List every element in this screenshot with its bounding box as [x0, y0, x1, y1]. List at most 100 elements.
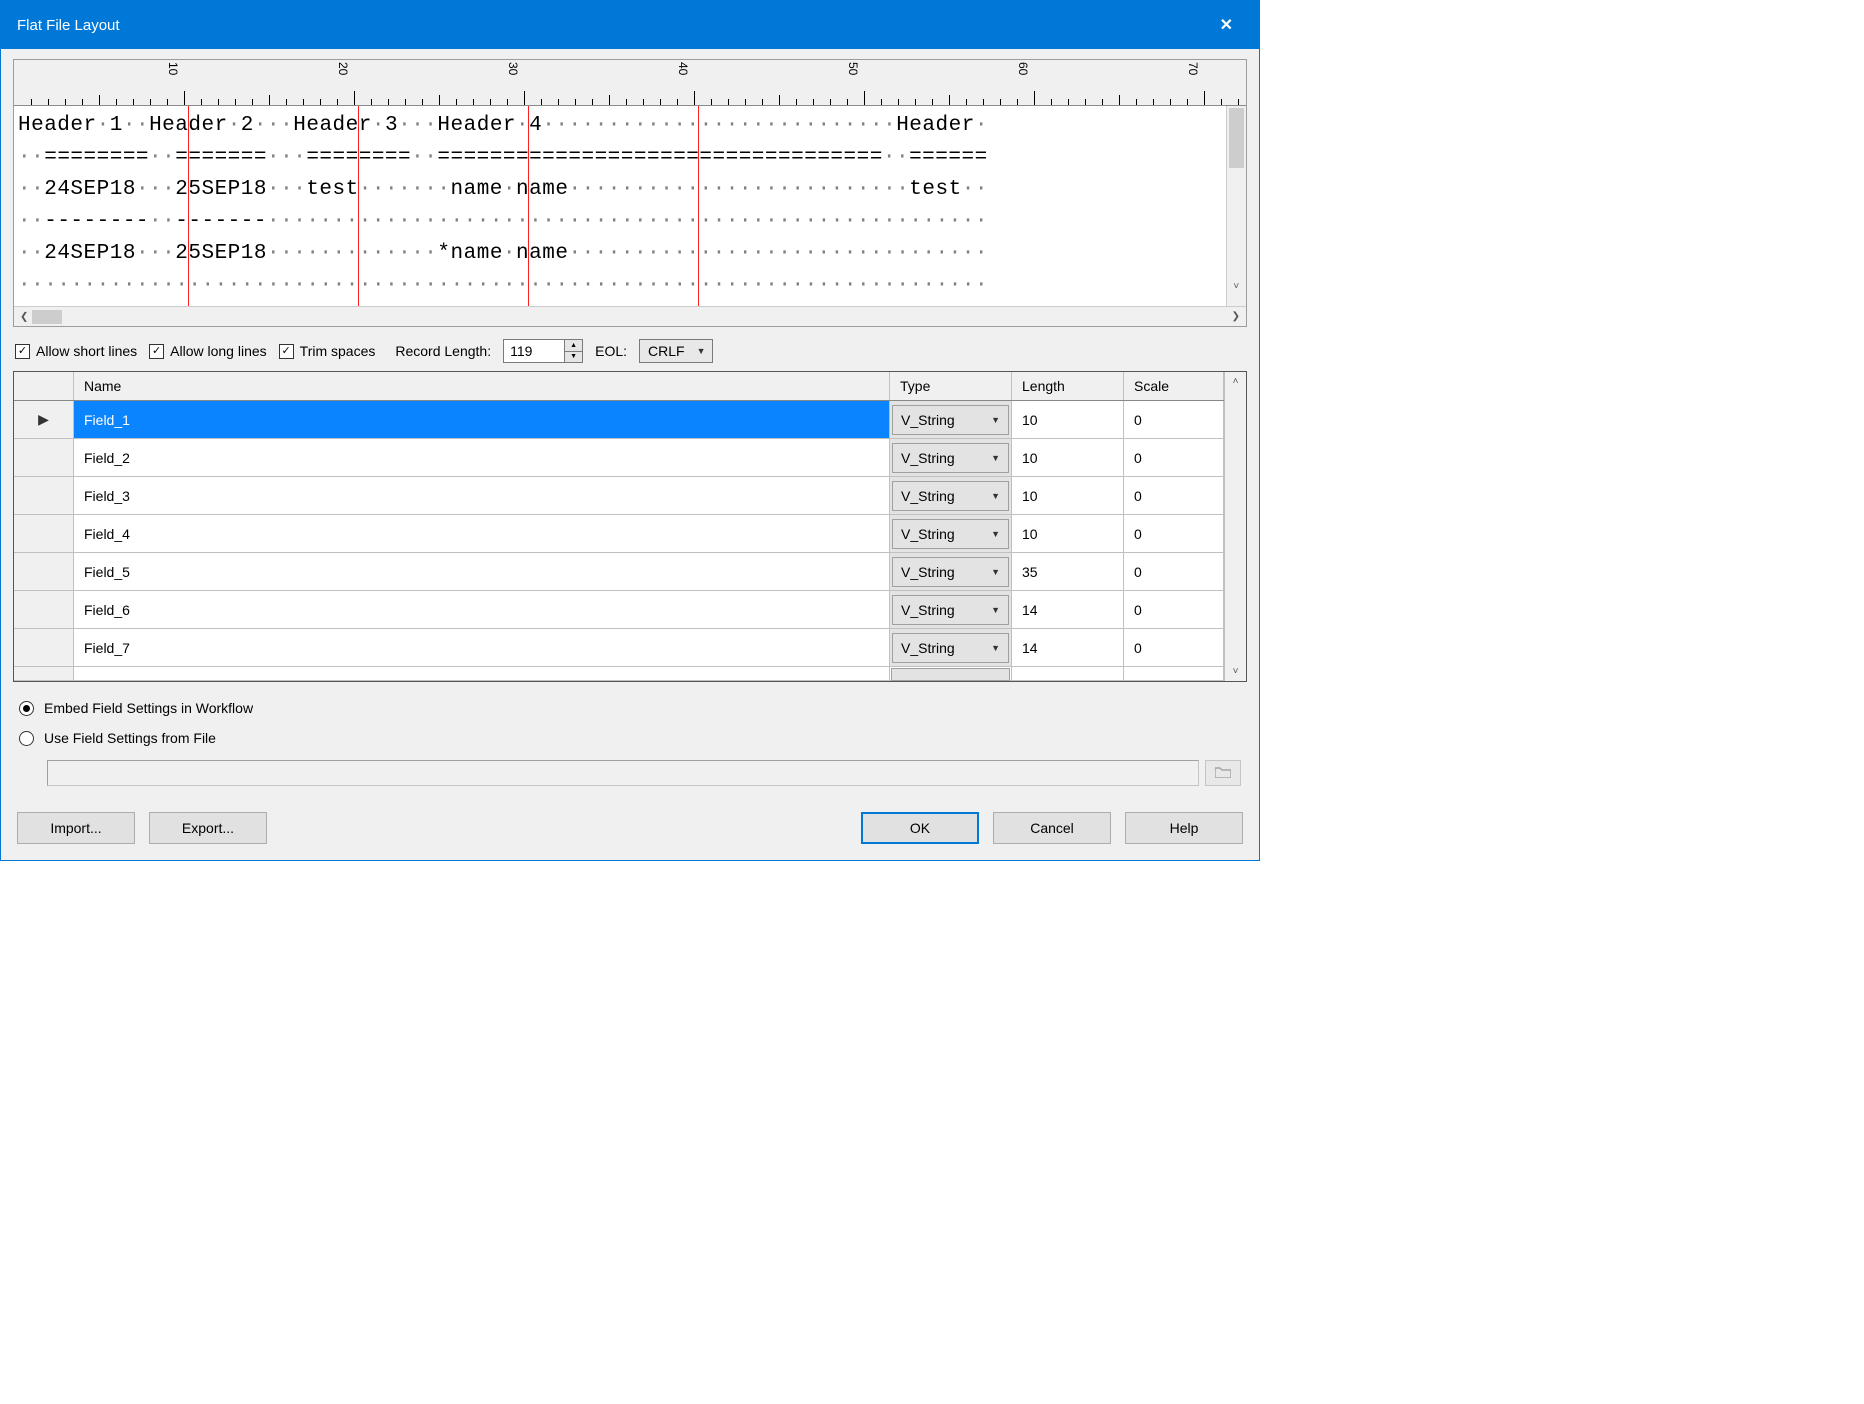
preview-horizontal-scrollbar[interactable]: ❮ ❯ [14, 306, 1246, 326]
file-settings-radio[interactable]: Use Field Settings from File [19, 730, 1241, 746]
scroll-thumb[interactable] [1229, 108, 1244, 168]
cell-scale[interactable]: 0 [1124, 553, 1224, 590]
preview-frame: 10203040506070 Header·1··Header·2···Head… [13, 59, 1247, 327]
eol-value: CRLF [648, 343, 685, 359]
column-header-name[interactable]: Name [74, 372, 890, 400]
cell-length[interactable]: 10 [1012, 477, 1124, 514]
table-row[interactable]: Field_4V_String▼100 [14, 515, 1224, 553]
cell-name[interactable]: Field_4 [74, 515, 890, 552]
table-row[interactable]: Field_2V_String▼100 [14, 439, 1224, 477]
record-length-field[interactable] [504, 340, 564, 362]
help-button[interactable]: Help [1125, 812, 1243, 844]
cell-type[interactable]: V_String▼ [890, 401, 1012, 438]
table-row[interactable]: ▶Field_1V_String▼100 [14, 401, 1224, 439]
cell-scale[interactable]: 0 [1124, 591, 1224, 628]
row-header[interactable] [14, 439, 74, 476]
scroll-down-icon[interactable]: ˅ [1227, 272, 1246, 304]
dialog-button-row: Import... Export... OK Cancel Help [13, 790, 1247, 848]
ok-button[interactable]: OK [861, 812, 979, 844]
column-header-length[interactable]: Length [1012, 372, 1124, 400]
embed-settings-label: Embed Field Settings in Workflow [44, 700, 253, 716]
cell-type[interactable]: V_String▼ [890, 439, 1012, 476]
trim-spaces-checkbox[interactable]: ✓ Trim spaces [279, 343, 376, 359]
scroll-up-icon[interactable]: ˄ [1225, 376, 1246, 387]
field-settings-source: Embed Field Settings in Workflow Use Fie… [13, 682, 1247, 790]
embed-settings-radio[interactable]: Embed Field Settings in Workflow [19, 700, 1241, 716]
grid-vertical-scrollbar[interactable]: ˄ ˅ [1224, 372, 1246, 681]
field-grid: Name Type Length Scale ▶Field_1V_String▼… [13, 371, 1247, 682]
table-row[interactable]: Field_5V_String▼350 [14, 553, 1224, 591]
settings-file-path-input[interactable] [47, 760, 1199, 786]
cell-name[interactable]: Field_5 [74, 553, 890, 590]
chevron-down-icon: ▼ [991, 529, 1000, 539]
chevron-down-icon: ▼ [991, 415, 1000, 425]
chevron-down-icon: ▼ [991, 491, 1000, 501]
row-header[interactable]: ▶ [14, 401, 74, 438]
export-button[interactable]: Export... [149, 812, 267, 844]
table-row[interactable]: Field_7V_String▼140 [14, 629, 1224, 667]
cell-type[interactable]: V_String▼ [890, 591, 1012, 628]
scroll-down-icon[interactable]: ˅ [1225, 666, 1246, 677]
preview-body[interactable]: Header·1··Header·2···Header·3···Header·4… [14, 106, 1246, 306]
cancel-button[interactable]: Cancel [993, 812, 1111, 844]
table-row[interactable]: Field_6V_String▼140 [14, 591, 1224, 629]
cell-scale[interactable]: 0 [1124, 439, 1224, 476]
folder-icon [1215, 765, 1231, 781]
row-header[interactable] [14, 515, 74, 552]
ruler[interactable]: 10203040506070 [14, 60, 1246, 106]
cell-name[interactable]: Field_3 [74, 477, 890, 514]
row-header[interactable] [14, 629, 74, 666]
record-length-input[interactable]: ▲ ▼ [503, 339, 583, 363]
close-button[interactable]: ✕ [1210, 11, 1243, 39]
cell-type[interactable]: V_String▼ [890, 477, 1012, 514]
cell-name[interactable]: Field_1 [74, 401, 890, 438]
cell-length[interactable]: 35 [1012, 553, 1124, 590]
options-row: ✓ Allow short lines ✓ Allow long lines ✓… [13, 335, 1247, 371]
cell-type[interactable]: V_String▼ [890, 515, 1012, 552]
row-header[interactable] [14, 553, 74, 590]
trim-spaces-label: Trim spaces [300, 343, 376, 359]
cell-scale[interactable]: 0 [1124, 629, 1224, 666]
cell-name[interactable]: Field_6 [74, 591, 890, 628]
scroll-right-icon[interactable]: ❯ [1232, 311, 1240, 322]
allow-long-lines-label: Allow long lines [170, 343, 267, 359]
cell-name[interactable]: Field_2 [74, 439, 890, 476]
preview-vertical-scrollbar[interactable]: ˄ ˅ [1226, 106, 1246, 306]
window-title: Flat File Layout [17, 17, 120, 34]
cell-type[interactable]: V_String▼ [890, 629, 1012, 666]
column-break-line[interactable] [188, 106, 189, 306]
eol-select[interactable]: CRLF ▼ [639, 339, 712, 363]
row-header[interactable] [14, 477, 74, 514]
file-settings-label: Use Field Settings from File [44, 730, 216, 746]
scroll-left-icon[interactable]: ❮ [20, 310, 62, 324]
allow-short-lines-checkbox[interactable]: ✓ Allow short lines [15, 343, 137, 359]
column-break-line[interactable] [698, 106, 699, 306]
column-header-scale[interactable]: Scale [1124, 372, 1224, 400]
grid-header-row: Name Type Length Scale [14, 372, 1224, 401]
cell-length[interactable]: 14 [1012, 591, 1124, 628]
cell-scale[interactable]: 0 [1124, 515, 1224, 552]
import-button[interactable]: Import... [17, 812, 135, 844]
column-break-line[interactable] [358, 106, 359, 306]
cell-length[interactable]: 10 [1012, 439, 1124, 476]
column-break-line[interactable] [528, 106, 529, 306]
table-row[interactable]: Field_3V_String▼100 [14, 477, 1224, 515]
chevron-down-icon: ▼ [991, 643, 1000, 653]
cell-type[interactable]: V_String▼ [890, 553, 1012, 590]
cell-length[interactable]: 10 [1012, 515, 1124, 552]
cell-name[interactable]: Field_7 [74, 629, 890, 666]
record-length-spin-down-icon[interactable]: ▼ [565, 352, 582, 363]
titlebar: Flat File Layout ✕ [1, 1, 1259, 49]
browse-button[interactable] [1205, 760, 1241, 786]
row-header[interactable] [14, 591, 74, 628]
cell-scale[interactable]: 0 [1124, 477, 1224, 514]
record-length-spin-up-icon[interactable]: ▲ [565, 340, 582, 352]
record-length-label: Record Length: [395, 343, 491, 359]
cell-length[interactable]: 10 [1012, 401, 1124, 438]
radio-icon [19, 701, 34, 716]
column-header-type[interactable]: Type [890, 372, 1012, 400]
allow-long-lines-checkbox[interactable]: ✓ Allow long lines [149, 343, 267, 359]
cell-scale[interactable]: 0 [1124, 401, 1224, 438]
cell-length[interactable]: 14 [1012, 629, 1124, 666]
eol-label: EOL: [595, 343, 627, 359]
